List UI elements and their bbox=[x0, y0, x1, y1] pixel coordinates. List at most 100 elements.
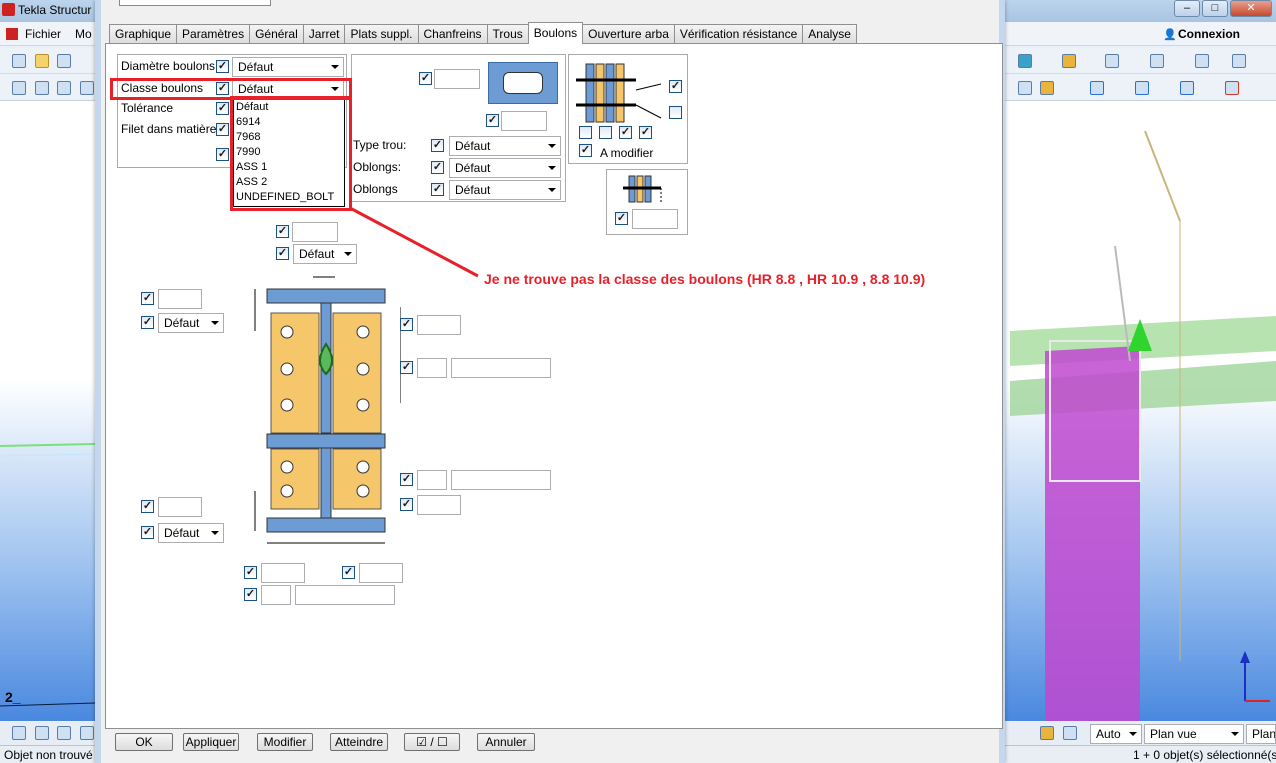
close-button[interactable]: ✕ bbox=[1230, 0, 1272, 17]
extra-checkbox[interactable] bbox=[216, 148, 229, 161]
right-field-3a[interactable] bbox=[417, 470, 447, 490]
select-icon[interactable] bbox=[12, 726, 26, 740]
right-checkbox-2[interactable] bbox=[400, 361, 413, 374]
assembly-checkbox-5[interactable] bbox=[619, 126, 632, 139]
menu-fichier[interactable]: Fichier bbox=[25, 27, 61, 41]
hole-size-field[interactable] bbox=[434, 69, 480, 89]
select-icon[interactable] bbox=[80, 726, 94, 740]
toolbar-icon[interactable] bbox=[1090, 81, 1104, 95]
filet-checkbox[interactable] bbox=[216, 123, 229, 136]
left-checkbox-2[interactable] bbox=[141, 316, 154, 329]
assembly-checkbox-1[interactable] bbox=[669, 80, 682, 93]
diametre-select[interactable]: Défaut bbox=[232, 57, 344, 77]
bottom-field-3b[interactable] bbox=[295, 585, 395, 605]
toolbar-icon[interactable] bbox=[1180, 81, 1194, 95]
tab-boulons[interactable]: Boulons bbox=[527, 22, 584, 44]
toolbar-icon[interactable] bbox=[1195, 54, 1209, 68]
tab-trous[interactable]: Trous bbox=[486, 24, 529, 44]
toggle-all-button[interactable]: ☑ / ☐ bbox=[404, 733, 460, 751]
toolbar-icon[interactable] bbox=[1062, 54, 1076, 68]
select-icon[interactable] bbox=[35, 726, 49, 740]
tab-graphique[interactable]: Graphique bbox=[109, 24, 178, 44]
a-modifier-checkbox[interactable] bbox=[579, 144, 592, 157]
toolbar-icon[interactable] bbox=[1150, 54, 1164, 68]
right-field-4[interactable] bbox=[417, 495, 461, 515]
assembly-checkbox-2[interactable] bbox=[669, 106, 682, 119]
left-field-1[interactable] bbox=[158, 289, 202, 309]
maximize-button[interactable]: □ bbox=[1202, 0, 1228, 17]
select-icon[interactable] bbox=[57, 726, 71, 740]
menu-modifier[interactable]: Mo bbox=[75, 27, 92, 41]
misc-checkbox-2[interactable] bbox=[276, 247, 289, 260]
left-checkbox-1[interactable] bbox=[141, 292, 154, 305]
type-trou-select[interactable]: Défaut bbox=[449, 136, 561, 156]
misc-checkbox-1[interactable] bbox=[276, 225, 289, 238]
bottom-checkbox-1[interactable] bbox=[244, 566, 257, 579]
auto-select[interactable]: Auto bbox=[1090, 724, 1142, 744]
oblongs1-select[interactable]: Défaut bbox=[449, 158, 561, 178]
right-field-2b[interactable] bbox=[451, 358, 551, 378]
new-file-icon[interactable] bbox=[12, 54, 26, 68]
assembly-checkbox-6[interactable] bbox=[639, 126, 652, 139]
bolt-length-field[interactable] bbox=[632, 209, 678, 229]
tab-verification-resistance[interactable]: Vérification résistance bbox=[673, 24, 804, 44]
atteindre-button[interactable]: Atteindre bbox=[330, 733, 388, 751]
tab-jarret[interactable]: Jarret bbox=[302, 24, 346, 44]
tolerance-checkbox[interactable] bbox=[216, 102, 229, 115]
annuler-button[interactable]: Annuler bbox=[477, 733, 535, 751]
tab-general[interactable]: Général bbox=[249, 24, 304, 44]
toolbar-icon[interactable] bbox=[1018, 54, 1032, 68]
tab-analyse[interactable]: Analyse bbox=[802, 24, 857, 44]
bottom-field-2[interactable] bbox=[359, 563, 403, 583]
tab-parametres[interactable]: Paramètres bbox=[176, 24, 251, 44]
right-field-2a[interactable] bbox=[417, 358, 447, 378]
right-field-1[interactable] bbox=[417, 315, 461, 335]
slot-size-checkbox[interactable] bbox=[486, 114, 499, 127]
diametre-checkbox[interactable] bbox=[216, 60, 229, 73]
ok-button[interactable]: OK bbox=[115, 733, 173, 751]
right-field-3b[interactable] bbox=[451, 470, 551, 490]
hole-size-checkbox[interactable] bbox=[419, 72, 432, 85]
toolbar-icon[interactable] bbox=[1225, 81, 1239, 95]
minimize-button[interactable]: – bbox=[1174, 0, 1200, 17]
toolbar-icon[interactable] bbox=[1105, 54, 1119, 68]
toolbar-icon[interactable] bbox=[1040, 81, 1054, 95]
toolbar-icon[interactable] bbox=[1018, 81, 1032, 95]
toolbar-icon[interactable] bbox=[1232, 54, 1246, 68]
left-select-2[interactable]: Défaut bbox=[158, 313, 224, 333]
bolt-length-checkbox[interactable] bbox=[615, 212, 628, 225]
appliquer-button[interactable]: Appliquer bbox=[183, 733, 239, 751]
oblongs1-checkbox[interactable] bbox=[431, 161, 444, 174]
toolbar-icon[interactable] bbox=[12, 81, 26, 95]
app-menu-icon[interactable] bbox=[6, 28, 18, 40]
type-trou-checkbox[interactable] bbox=[431, 139, 444, 152]
plan-vue-select[interactable]: Plan vue bbox=[1144, 724, 1244, 744]
bottom-checkbox-3[interactable] bbox=[244, 588, 257, 601]
plans-select[interactable]: Plans bbox=[1246, 724, 1276, 744]
snap-icon[interactable] bbox=[1040, 726, 1054, 740]
toolbar-icon[interactable] bbox=[80, 81, 94, 95]
left-checkbox-4[interactable] bbox=[141, 526, 154, 539]
tab-plats-suppl[interactable]: Plats suppl. bbox=[344, 24, 419, 44]
connexion-link[interactable]: Connexion bbox=[1178, 27, 1240, 41]
save-icon[interactable] bbox=[57, 54, 71, 68]
right-checkbox-1[interactable] bbox=[400, 318, 413, 331]
tab-ouverture-arba[interactable]: Ouverture arba bbox=[582, 24, 675, 44]
oblongs2-select[interactable]: Défaut bbox=[449, 180, 561, 200]
attributes-field[interactable] bbox=[119, 0, 271, 6]
assembly-checkbox-4[interactable] bbox=[599, 126, 612, 139]
toolbar-icon[interactable] bbox=[57, 81, 71, 95]
tab-chanfreins[interactable]: Chanfreins bbox=[417, 24, 488, 44]
toolbar-icon[interactable] bbox=[1135, 81, 1149, 95]
bottom-field-1[interactable] bbox=[261, 563, 305, 583]
modifier-button[interactable]: Modifier bbox=[257, 733, 313, 751]
right-checkbox-3[interactable] bbox=[400, 473, 413, 486]
bottom-checkbox-2[interactable] bbox=[342, 566, 355, 579]
assembly-checkbox-3[interactable] bbox=[579, 126, 592, 139]
bottom-field-3a[interactable] bbox=[261, 585, 291, 605]
left-field-3[interactable] bbox=[158, 497, 202, 517]
left-select-4[interactable]: Défaut bbox=[158, 523, 224, 543]
open-folder-icon[interactable] bbox=[35, 54, 49, 68]
misc-field-1[interactable] bbox=[292, 222, 338, 242]
snap-icon[interactable] bbox=[1063, 726, 1077, 740]
